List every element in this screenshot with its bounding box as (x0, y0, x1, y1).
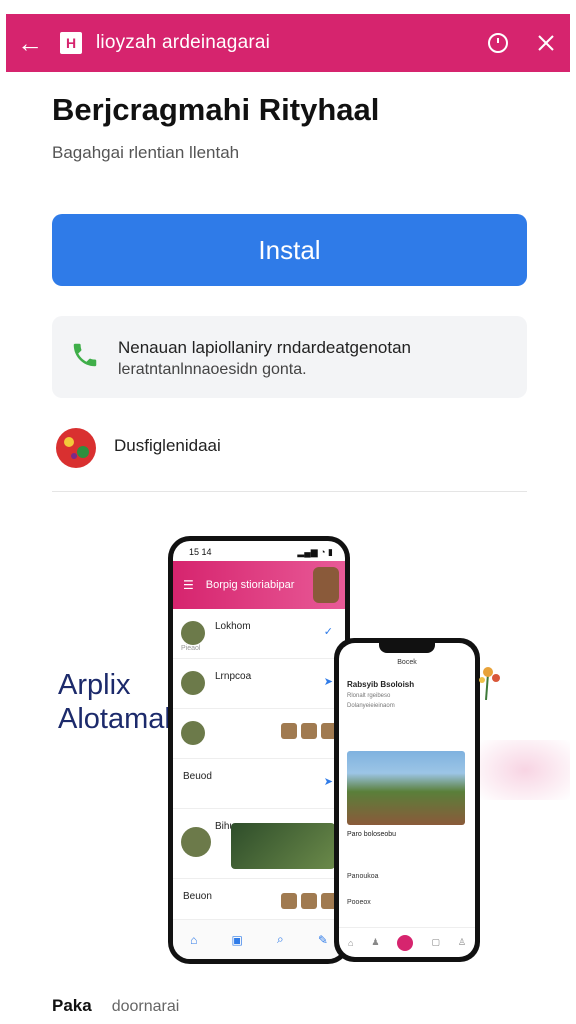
phone-notch (379, 643, 435, 653)
mockup-bottom-nav: ⌂ ▣ ⌕ ✎ (173, 919, 345, 959)
phone-mockup-back: 15 14 ▂▄▆ ◔ ▮ ☰ Borpig stioriabipar Lokh… (168, 536, 350, 964)
list-item: Lokhom Pieaol ✓ (173, 609, 345, 659)
photo-thumbnails (281, 723, 337, 739)
developer-avatar-icon (56, 428, 96, 468)
app-subtitle: Bagahgai rlentian llentah (52, 143, 240, 162)
person-icon: ♟ (371, 937, 380, 947)
mockup-header: ☰ Borpig stioriabipar (173, 561, 345, 609)
mockup-caption: Paro boloseobu (347, 831, 397, 838)
arrow-left-icon: ← (17, 27, 43, 58)
list-item: Bihuuo (173, 809, 345, 879)
back-button[interactable]: ← (6, 14, 54, 72)
list-item-name: Lokhom (215, 621, 251, 632)
check-icon: ➤ (323, 676, 333, 688)
search-icon: ⌕ (276, 932, 284, 946)
footer-label: Paka (52, 996, 92, 1015)
info-card-title: Nenauan lapiollaniry rndardeatgenotan (118, 338, 411, 357)
square-icon: ▣ (231, 932, 243, 947)
developer-row[interactable]: Dusfiglenidaai (52, 422, 527, 492)
phone-mockup-back-screen: 15 14 ▂▄▆ ◔ ▮ ☰ Borpig stioriabipar Lokh… (173, 541, 345, 959)
edit-icon: ✎ (317, 932, 328, 947)
phone-icon (73, 343, 97, 367)
close-button[interactable] (522, 14, 570, 72)
avatar (181, 721, 205, 745)
fab-icon (397, 934, 414, 951)
footer-row: Paka doornarai (52, 996, 179, 1016)
info-card[interactable]: Nenauan lapiollaniry rndardeatgenotan le… (52, 316, 527, 398)
mockup-sub: Rlonalt rgeibeso (347, 693, 391, 699)
profile-icon: ♙ (457, 937, 466, 947)
info-card-text: leratntanlnnaoesidn gonta. (118, 361, 307, 378)
footer-sublabel: doornarai (111, 998, 180, 1015)
home-icon: ⌂ (347, 937, 354, 948)
top-bar-title: lioyzah ardeinagarai (96, 32, 271, 53)
history-button[interactable] (474, 14, 522, 72)
close-icon (538, 35, 554, 51)
install-button[interactable]: Instal (52, 214, 527, 286)
avatar (181, 827, 211, 857)
clock-icon (488, 33, 508, 53)
list-item-name: Lrnpcoa (215, 671, 252, 682)
list-item-name: Beuon (183, 891, 212, 902)
photo-thumbnails (281, 893, 337, 909)
menu-icon: ☰ (183, 578, 194, 592)
mockup-title: Rabsyib Bsoloish (347, 680, 415, 689)
phone-mockup-front: Bocek Rabsyib Bsoloish Rlonalt rgeibeso … (334, 638, 480, 962)
mockup-header-title: Borpig stioriabipar (205, 579, 295, 591)
list-item-name: Beuod (183, 771, 212, 782)
flower-decoration-icon (479, 667, 500, 700)
list-item: Beuod ➤ (173, 759, 345, 809)
mockup-status-time: 15 14 (189, 547, 212, 557)
phone-mockup-front-screen: Bocek Rabsyib Bsoloish Rlonalt rgeibeso … (339, 643, 475, 957)
check-icon: ✓ (323, 626, 333, 638)
app-title: Berjcragmahi Rityhaal (52, 92, 380, 127)
app-glyph-icon: H (60, 32, 82, 54)
square-icon: ▢ (431, 937, 440, 947)
photo-gallery (231, 823, 335, 869)
avatar (313, 567, 339, 603)
mockup-status-icons: ▂▄▆ ◔ ▮ (297, 547, 333, 557)
list-item: Lrnpcoa ➤ (173, 659, 345, 709)
list-item (173, 709, 345, 759)
mockup-status-bar: 15 14 ▂▄▆ ◔ ▮ (173, 541, 345, 561)
avatar (181, 621, 205, 645)
avatar (181, 671, 205, 695)
mockup-item: Pooeox (347, 899, 371, 906)
mockup-photo (347, 751, 465, 825)
app-top-bar: ← H lioyzah ardeinagarai (6, 14, 570, 72)
home-icon: ⌂ (190, 932, 198, 947)
list-item-sub: Pieaol (181, 645, 201, 652)
mockup-status: Bocek (397, 659, 417, 666)
decorative-haze (480, 740, 570, 800)
mockup-bottom-nav: ⌂ ♟ ▢ ♙ (339, 927, 475, 957)
check-icon: ➤ (323, 776, 333, 788)
developer-name: Dusfiglenidaai (114, 436, 221, 455)
mockup-item: Panoukoa (347, 873, 379, 880)
mockup-sub-2: Dolanyeieieinaom (347, 703, 395, 709)
